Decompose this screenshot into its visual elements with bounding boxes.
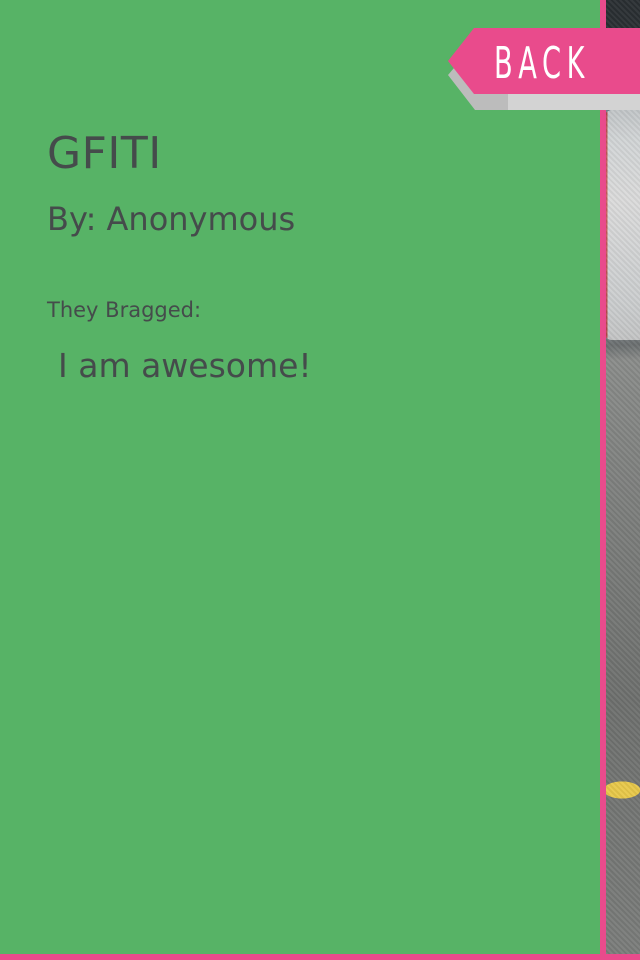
detail-panel: GFITI By: Anonymous They Bragged: I am a… — [0, 0, 600, 954]
background-photo — [600, 0, 640, 960]
bragged-label: They Bragged: — [47, 298, 202, 322]
brag-text: I am awesome! — [58, 346, 312, 385]
panel-right-border — [600, 0, 606, 960]
post-title: GFITI — [47, 128, 162, 179]
panel-bottom-border — [0, 954, 640, 960]
back-button[interactable]: BACK D — [448, 28, 640, 112]
back-button-label: BACK D — [494, 38, 585, 89]
post-author: By: Anonymous — [47, 200, 296, 238]
